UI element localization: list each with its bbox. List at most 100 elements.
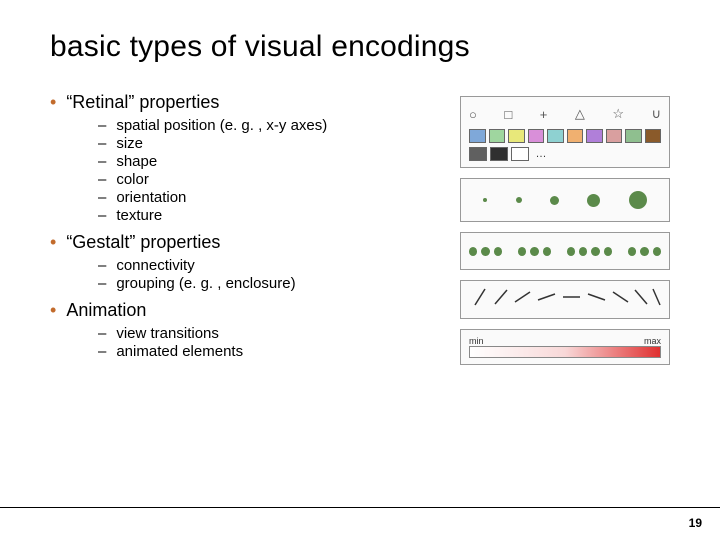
dash-icon: – <box>98 153 106 170</box>
bullet-label: “Gestalt” properties <box>66 232 220 253</box>
sub-item: –view transitions <box>98 325 460 342</box>
shape-row: ○ □ + △ ☆ ∪ <box>469 103 661 125</box>
dash-icon: – <box>98 189 106 206</box>
sub-item: –connectivity <box>98 257 460 274</box>
group-dot-icon <box>530 247 538 256</box>
sub-item: –color <box>98 171 460 188</box>
shape-glyph: ☆ <box>612 106 624 122</box>
sub-label: size <box>116 135 143 152</box>
text-column: • “Retinal” properties –spatial position… <box>50 92 460 375</box>
dash-icon: – <box>98 171 106 188</box>
sub-label: spatial position (e. g. , x-y axes) <box>116 117 327 134</box>
color-swatch <box>508 129 525 143</box>
color-swatch <box>469 147 487 161</box>
size-dot-icon <box>629 191 647 209</box>
group-row <box>469 239 661 263</box>
sub-item: –spatial position (e. g. , x-y axes) <box>98 117 460 134</box>
dash-icon: – <box>98 207 106 224</box>
dash-icon: – <box>98 117 106 134</box>
color-swatch <box>567 129 584 143</box>
panel-gradient: min max <box>460 329 670 365</box>
shape-glyph: △ <box>575 106 585 122</box>
group-dot-icon <box>567 247 575 256</box>
sub-list: –connectivity –grouping (e. g. , enclosu… <box>50 257 460 292</box>
shape-glyph: □ <box>504 107 512 122</box>
color-swatch <box>490 147 508 161</box>
bullet-label: “Retinal” properties <box>66 92 219 113</box>
group-dot-icon <box>604 247 612 256</box>
color-swatch <box>606 129 623 143</box>
color-swatch <box>511 147 529 161</box>
group-dot-icon <box>518 247 526 256</box>
group-dot-icon <box>579 247 587 256</box>
group-dot-icon <box>543 247 551 256</box>
panel-shape-color: ○ □ + △ ☆ ∪ … <box>460 96 670 168</box>
color-swatch <box>489 129 506 143</box>
ellipsis-icon: … <box>532 147 550 161</box>
orientation-icon <box>469 287 661 307</box>
color-swatch <box>469 129 486 143</box>
group-dot-icon <box>469 247 477 256</box>
size-dot-icon <box>550 196 559 205</box>
sub-item: –grouping (e. g. , enclosure) <box>98 275 460 292</box>
group-dot-icon <box>628 247 636 256</box>
page-number: 19 <box>689 516 702 530</box>
dash-icon: – <box>98 343 106 360</box>
sub-label: animated elements <box>116 343 243 360</box>
gradient-min-label: min <box>469 336 484 346</box>
size-dot-icon <box>516 197 522 203</box>
color-swatch <box>586 129 603 143</box>
bullet-marker-icon: • <box>50 301 56 319</box>
sub-label: connectivity <box>116 257 194 274</box>
gradient-row: min max <box>469 336 661 358</box>
sub-label: color <box>116 171 149 188</box>
size-dot-icon <box>587 194 600 207</box>
color-row <box>469 129 661 143</box>
bullet-marker-icon: • <box>50 93 56 111</box>
group-dot-icon <box>653 247 661 256</box>
sub-item: –shape <box>98 153 460 170</box>
bullet-item: • “Gestalt” properties –connectivity –gr… <box>50 232 460 292</box>
panel-size <box>460 178 670 222</box>
sub-item: –orientation <box>98 189 460 206</box>
group-dot-icon <box>494 247 502 256</box>
panel-grouping <box>460 232 670 270</box>
sub-label: texture <box>116 207 162 224</box>
dash-icon: – <box>98 325 106 342</box>
group-dot-icon <box>640 247 648 256</box>
color-swatch <box>547 129 564 143</box>
gradient-bar-icon <box>469 346 661 358</box>
sub-item: –size <box>98 135 460 152</box>
bullet-list: • “Retinal” properties –spatial position… <box>50 92 460 360</box>
color-swatch <box>625 129 642 143</box>
slide: basic types of visual encodings • “Retin… <box>0 0 720 540</box>
size-dot-icon <box>483 198 487 202</box>
bullet-item: • Animation –view transitions –animated … <box>50 300 460 360</box>
size-row <box>469 185 661 215</box>
dash-icon: – <box>98 275 106 292</box>
sub-label: view transitions <box>116 325 219 342</box>
bullet-label: Animation <box>66 300 146 321</box>
dash-icon: – <box>98 257 106 274</box>
color-swatch <box>528 129 545 143</box>
sub-item: –animated elements <box>98 343 460 360</box>
sub-label: shape <box>116 153 157 170</box>
color-swatch <box>645 129 662 143</box>
group-dot-icon <box>481 247 489 256</box>
sub-list: –view transitions –animated elements <box>50 325 460 360</box>
shape-glyph: ○ <box>469 107 477 122</box>
color-row: … <box>469 147 661 161</box>
gradient-max-label: max <box>644 336 661 346</box>
group-dot-icon <box>591 247 599 256</box>
sub-label: orientation <box>116 189 186 206</box>
shape-glyph: + <box>540 107 548 122</box>
sub-label: grouping (e. g. , enclosure) <box>116 275 295 292</box>
bullet-marker-icon: • <box>50 233 56 251</box>
sub-item: –texture <box>98 207 460 224</box>
slide-title: basic types of visual encodings <box>50 30 670 64</box>
shape-glyph: ∪ <box>651 106 661 122</box>
figure-column: ○ □ + △ ☆ ∪ … <box>460 92 670 375</box>
orientation-row <box>469 287 661 312</box>
sub-list: –spatial position (e. g. , x-y axes) –si… <box>50 117 460 224</box>
panel-orientation <box>460 280 670 319</box>
